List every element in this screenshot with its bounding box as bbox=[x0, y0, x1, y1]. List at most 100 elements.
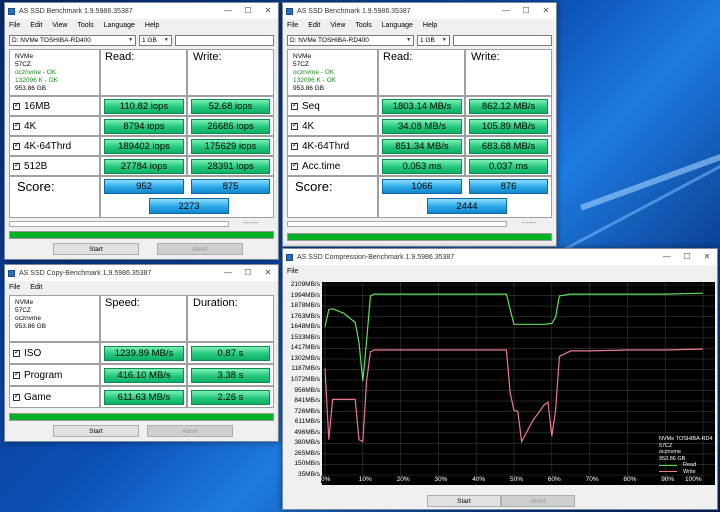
minimize-icon[interactable]: — bbox=[218, 265, 238, 281]
menu-language[interactable]: Language bbox=[104, 22, 135, 29]
drive-info: NVMe 57CZ ocznvme - OK 132096 K - OK 953… bbox=[15, 53, 58, 92]
start-button[interactable]: Start bbox=[53, 425, 139, 437]
row-4k-checkbox[interactable]: 4K bbox=[291, 116, 314, 136]
row-seq-checkbox[interactable]: Seq bbox=[291, 96, 320, 116]
maximize-icon[interactable]: ☐ bbox=[677, 249, 697, 265]
score-read: 1066 bbox=[382, 179, 462, 194]
y-tick-label: 1417MB/s bbox=[290, 344, 320, 352]
menu-help[interactable]: Help bbox=[145, 22, 159, 29]
menu-edit[interactable]: Edit bbox=[308, 22, 320, 29]
checkbox-icon bbox=[13, 141, 20, 150]
title-bar[interactable]: AS SSD Copy-Benchmark 1.9.5986.35387 — ☐… bbox=[5, 265, 278, 281]
notes-input[interactable] bbox=[452, 34, 552, 46]
maximize-icon[interactable]: ☐ bbox=[516, 3, 536, 19]
elapsed-time: --:--:-- bbox=[521, 220, 537, 226]
close-icon[interactable]: ✕ bbox=[697, 249, 717, 265]
y-tick-label: 611MB/s bbox=[294, 418, 320, 426]
chevron-down-icon: ▼ bbox=[406, 36, 412, 43]
x-tick-label: 50% bbox=[510, 476, 524, 483]
menu-edit[interactable]: Edit bbox=[30, 22, 42, 29]
size-select[interactable]: 1 GB ▼ bbox=[139, 34, 172, 46]
title-bar[interactable]: AS SSD Benchmark 1.9.5986.35387 — ☐ ✕ bbox=[283, 3, 556, 19]
menu-edit[interactable]: Edit bbox=[30, 284, 42, 291]
row-4k64-checkbox[interactable]: 4K-64Thrd bbox=[291, 136, 349, 156]
score-write: 876 bbox=[469, 179, 548, 194]
row-16mb-checkbox[interactable]: 16MB bbox=[13, 96, 50, 116]
y-tick-label: 1072MB/s bbox=[290, 376, 320, 383]
compression-benchmark-window: AS SSD Compression-Benchmark 1.9.5986.35… bbox=[282, 248, 718, 510]
maximize-icon[interactable]: ☐ bbox=[238, 265, 258, 281]
menu-view[interactable]: View bbox=[330, 22, 345, 29]
write-header: Write: bbox=[471, 51, 500, 63]
close-icon[interactable]: ✕ bbox=[258, 265, 278, 281]
menu-tools[interactable]: Tools bbox=[355, 22, 371, 29]
menu-language[interactable]: Language bbox=[382, 22, 413, 29]
maximize-icon[interactable]: ☐ bbox=[238, 3, 258, 19]
row-iso-checkbox[interactable]: ISO bbox=[13, 342, 41, 364]
chevron-down-icon: ▼ bbox=[441, 36, 447, 43]
window-title: AS SSD Benchmark 1.9.5986.35387 bbox=[19, 7, 133, 15]
start-button[interactable]: Start bbox=[53, 243, 139, 255]
duration-result: 2.26 s bbox=[191, 390, 270, 405]
write-result: 28391 iops bbox=[191, 159, 270, 174]
abort-button[interactable]: Abort bbox=[157, 243, 243, 255]
menu-tools[interactable]: Tools bbox=[77, 22, 93, 29]
x-tick-label: 100% bbox=[685, 476, 702, 483]
minimize-icon[interactable]: — bbox=[657, 249, 677, 265]
status-bar bbox=[287, 221, 507, 227]
y-tick-label: 496MB/s bbox=[294, 428, 320, 436]
size-select[interactable]: 1 GB ▼ bbox=[417, 34, 450, 46]
row-4k64-checkbox[interactable]: 4K-64Thrd bbox=[13, 136, 71, 156]
status-bar bbox=[9, 221, 229, 227]
notes-input[interactable] bbox=[174, 34, 274, 46]
y-tick-label: 150MB/s bbox=[294, 460, 320, 468]
title-bar[interactable]: AS SSD Compression-Benchmark 1.9.5986.35… bbox=[283, 249, 717, 265]
minimize-icon[interactable]: — bbox=[218, 3, 238, 19]
title-bar[interactable]: AS SSD Benchmark 1.9.5986.35387 — ☐ ✕ bbox=[5, 3, 278, 19]
app-icon bbox=[8, 269, 15, 277]
drive-select[interactable]: D: NVMe TOSHIBA-RD400 ▼ bbox=[9, 34, 137, 46]
checkbox-icon bbox=[13, 101, 20, 110]
menu-help[interactable]: Help bbox=[423, 22, 437, 29]
write-result: 0.037 ms bbox=[469, 159, 548, 174]
y-tick-label: 956MB/s bbox=[294, 386, 320, 394]
y-tick-label: 841MB/s bbox=[294, 397, 320, 405]
menu-bar: File Edit View Tools Language Help bbox=[283, 19, 556, 32]
drive-select[interactable]: D: NVMe TOSHIBA-RD400 ▼ bbox=[287, 34, 415, 46]
legend-write-swatch bbox=[659, 471, 677, 473]
close-icon[interactable]: ✕ bbox=[536, 3, 556, 19]
row-acctime-checkbox[interactable]: Acc.time bbox=[291, 156, 340, 176]
checkbox-icon bbox=[13, 348, 20, 357]
minimize-icon[interactable]: — bbox=[496, 3, 516, 19]
row-4k-checkbox[interactable]: 4K bbox=[13, 116, 36, 136]
checkbox-icon bbox=[291, 121, 298, 130]
row-game-checkbox[interactable]: Game bbox=[13, 386, 51, 408]
y-tick-label: 1187MB/s bbox=[291, 365, 320, 373]
start-button[interactable]: Start bbox=[427, 495, 501, 507]
checkbox-icon bbox=[291, 141, 298, 150]
write-result: 862.12 MB/s bbox=[469, 99, 548, 114]
abort-button[interactable]: Abort bbox=[501, 495, 575, 507]
row-512b-checkbox[interactable]: 512B bbox=[13, 156, 47, 176]
close-icon[interactable]: ✕ bbox=[258, 3, 278, 19]
y-tick-label: 1648MB/s bbox=[290, 323, 320, 331]
menu-file[interactable]: File bbox=[287, 268, 298, 275]
toolbar: D: NVMe TOSHIBA-RD400 ▼ 1 GB ▼ bbox=[283, 32, 556, 48]
x-tick-label: 60% bbox=[547, 476, 561, 483]
abort-button[interactable]: Abort bbox=[147, 425, 233, 437]
row-program-checkbox[interactable]: Program bbox=[13, 364, 62, 386]
menu-file[interactable]: File bbox=[9, 22, 20, 29]
compression-chart: NVMe TOSHIBA-RD4 57CZ ocznvme 953.86 GB … bbox=[322, 282, 715, 485]
progress-bar bbox=[9, 413, 274, 421]
y-tick-label: 35MB/s bbox=[297, 471, 320, 478]
read-header: Read: bbox=[105, 51, 135, 63]
speed-result: 416.10 MB/s bbox=[104, 368, 184, 383]
menu-view[interactable]: View bbox=[52, 22, 67, 29]
menu-file[interactable]: File bbox=[287, 22, 298, 29]
y-tick-label: 1533MB/s bbox=[290, 333, 320, 341]
speed-result: 1239.89 MB/s bbox=[104, 346, 184, 361]
y-tick-label: 1302MB/s bbox=[290, 354, 320, 362]
menu-bar: File bbox=[283, 265, 717, 278]
write-result: 175629 iops bbox=[191, 139, 270, 154]
menu-file[interactable]: File bbox=[9, 284, 20, 291]
